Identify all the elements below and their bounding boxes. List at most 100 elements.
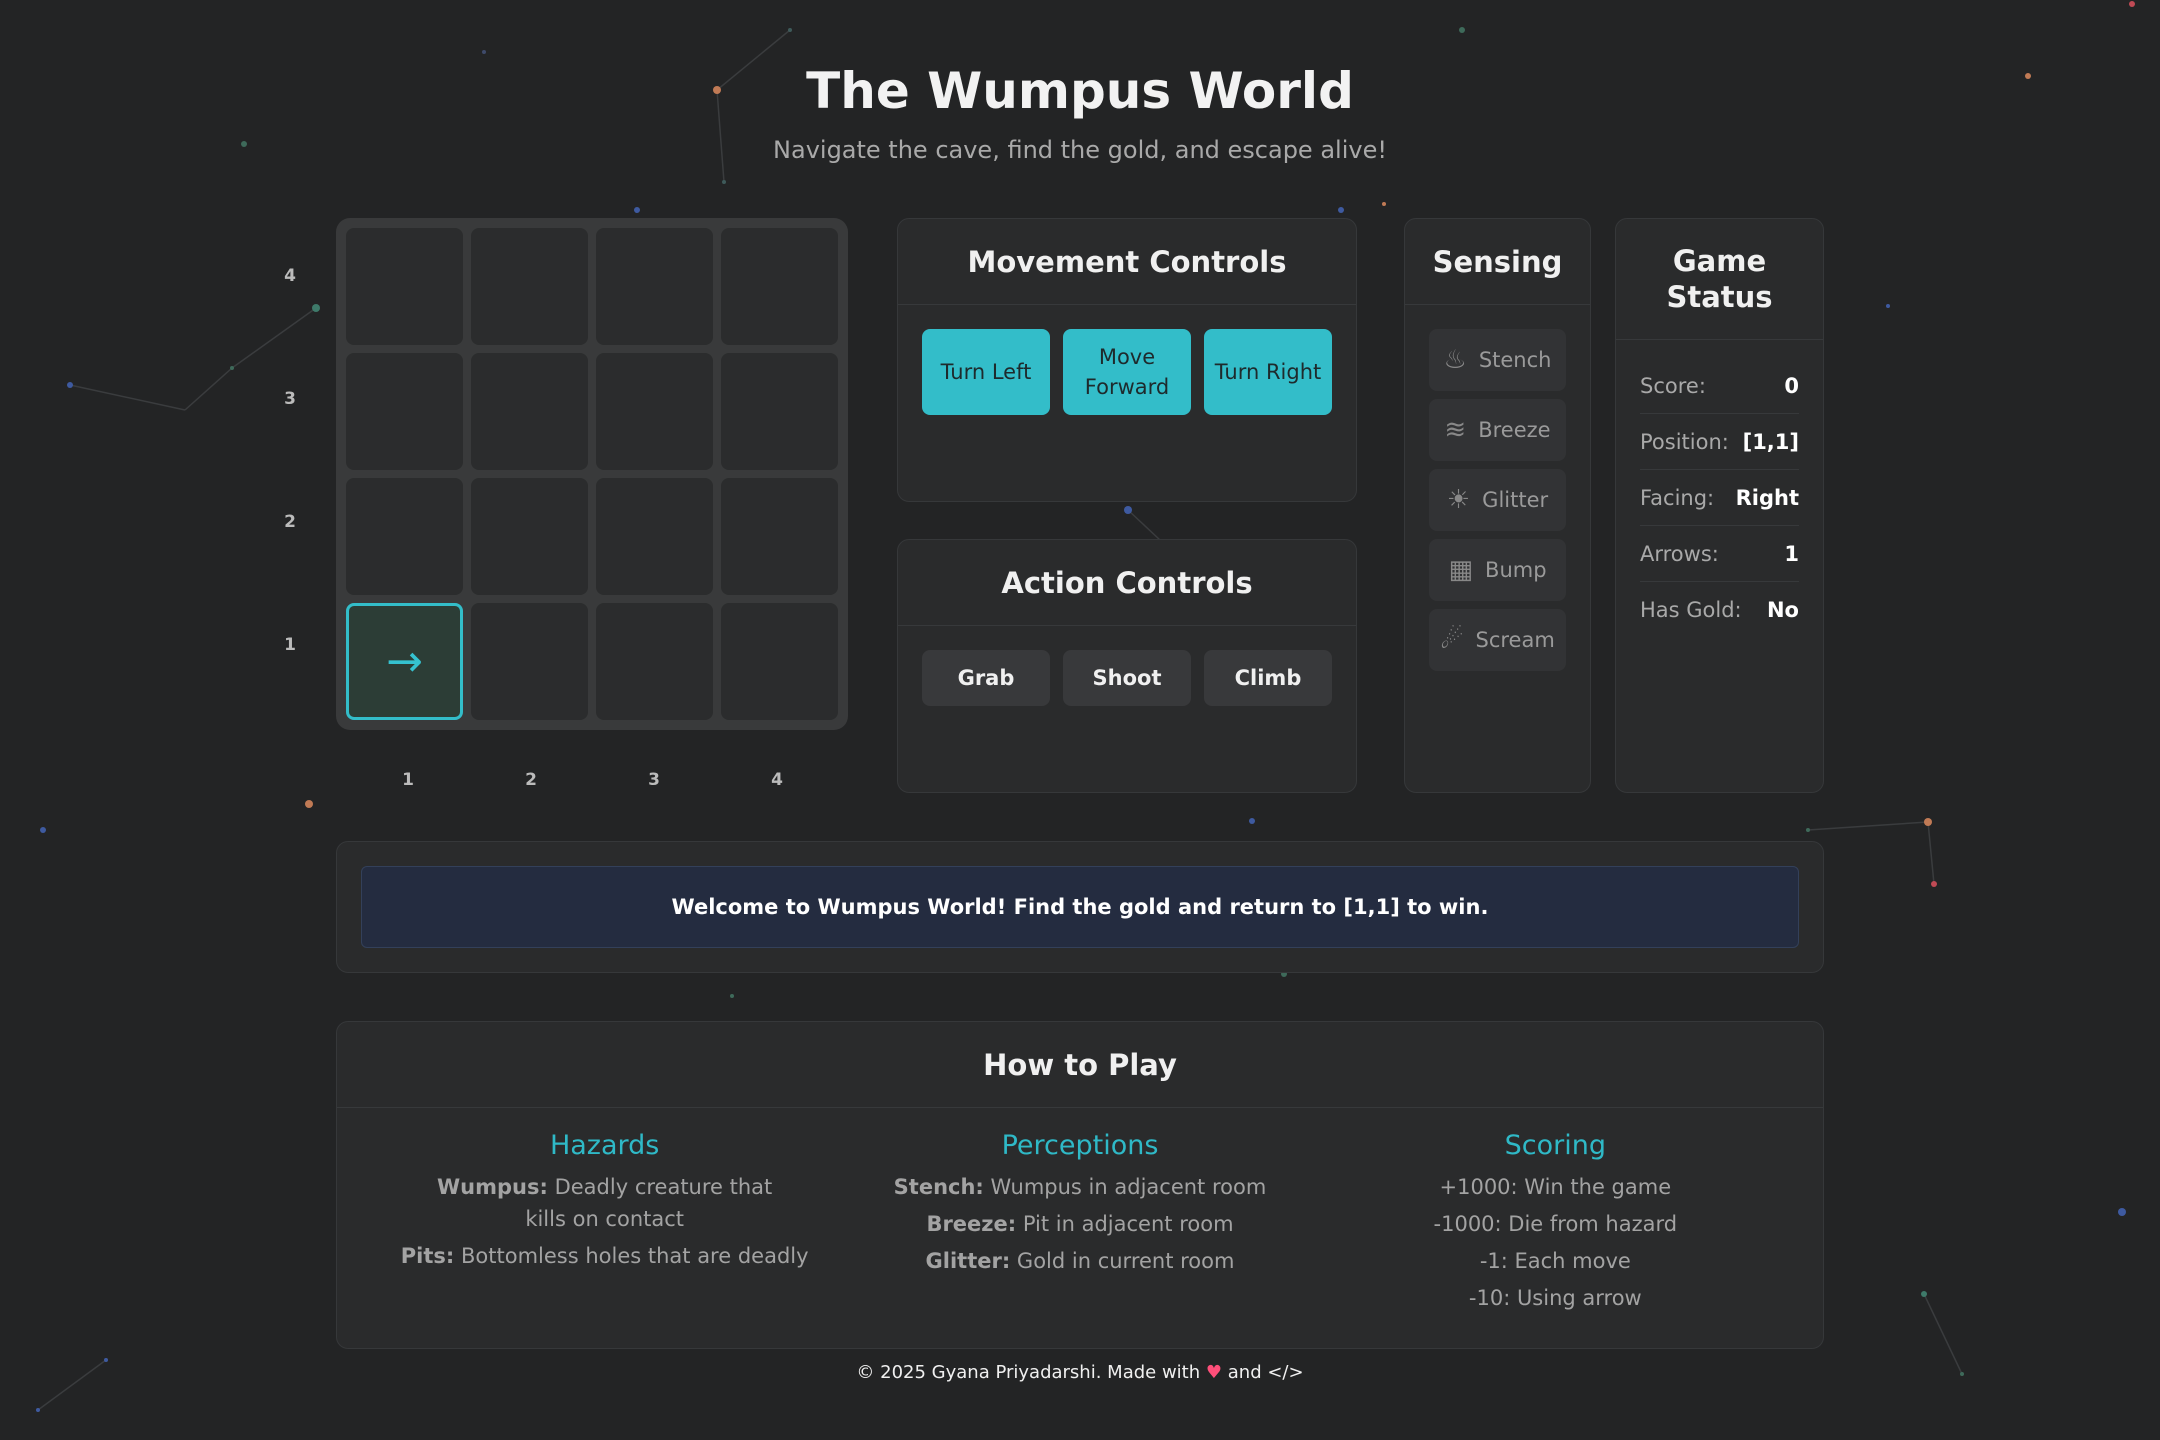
perception-breeze: Breeze: Pit in adjacent room (842, 1208, 1317, 1240)
sense-bump-label: Bump (1485, 558, 1547, 582)
page-subtitle: Navigate the cave, find the gold, and es… (773, 136, 1387, 164)
perception-glitter-term: Glitter: (925, 1249, 1011, 1273)
col-label-2: 2 (525, 770, 537, 790)
movement-controls-title: Movement Controls (898, 219, 1356, 305)
sense-glitter-label: Glitter (1482, 488, 1549, 512)
grab-button[interactable]: Grab (922, 650, 1050, 706)
how-to-play-title: How to Play (337, 1022, 1823, 1108)
hazard-wumpus-term: Wumpus: (437, 1175, 548, 1199)
row-label-2: 2 (284, 512, 296, 532)
scoring-section: Scoring +1000: Win the game -1000: Die f… (1318, 1108, 1793, 1319)
scoring-die: -1000: Die from hazard (1433, 1212, 1678, 1236)
perception-breeze-term: Breeze: (926, 1212, 1017, 1236)
perception-glitter-text: Gold in current room (1016, 1249, 1235, 1273)
page-title: The Wumpus World (806, 62, 1354, 120)
status-facing: Facing: Right (1640, 470, 1799, 526)
scream-icon: ☄ (1440, 625, 1464, 655)
sensing-panel: Sensing ♨ Stench ≋ Breeze ☀ Glitter ▦ Bu… (1404, 218, 1591, 793)
how-to-play-panel: How to Play Hazards Wumpus: Deadly creat… (336, 1021, 1824, 1349)
grid-cell-1-4 (346, 228, 463, 345)
sense-stench: ♨ Stench (1429, 329, 1566, 391)
status-arrows: Arrows: 1 (1640, 526, 1799, 582)
grid-cell-3-3 (596, 353, 713, 470)
hazard-pits-term: Pits: (400, 1244, 455, 1268)
game-message: Welcome to Wumpus World! Find the gold a… (361, 866, 1799, 948)
grid-cell-4-2 (721, 478, 838, 595)
scoring-move: -1: Each move (1479, 1249, 1631, 1273)
status-score-label: Score: (1640, 373, 1706, 398)
action-controls-panel: Action Controls Grab Shoot Climb (897, 539, 1357, 793)
status-score-value: 0 (1784, 373, 1799, 398)
game-status-panel: Game Status Score: 0 Position: [1,1] Fac… (1615, 218, 1824, 793)
status-has-gold-value: No (1766, 598, 1799, 622)
footer-suffix: and </> (1227, 1362, 1304, 1383)
stench-icon: ♨ (1443, 345, 1467, 375)
perception-stench-text: Wumpus in adjacent room (990, 1175, 1267, 1199)
sense-breeze-label: Breeze (1478, 418, 1551, 442)
perceptions-title: Perceptions (1001, 1130, 1159, 1161)
footer-copyright: © 2025 Gyana Priyadarshi. Made with (856, 1362, 1201, 1383)
sensing-title: Sensing (1405, 219, 1590, 305)
grid-cell-2-2 (471, 478, 588, 595)
status-facing-value: Right (1735, 485, 1799, 510)
turn-left-button[interactable]: Turn Left (922, 329, 1050, 415)
cave-grid: → (336, 218, 848, 730)
footer: © 2025 Gyana Priyadarshi. Made with ♥ an… (0, 1362, 2160, 1383)
grid-cell-3-2 (596, 478, 713, 595)
sense-scream: ☄ Scream (1429, 609, 1566, 671)
scoring-title: Scoring (1504, 1130, 1606, 1161)
grid-cell-4-3 (721, 353, 838, 470)
row-label-4: 4 (284, 266, 296, 286)
perception-stench-term: Stench: (893, 1175, 984, 1199)
perception-stench: Stench: Wumpus in adjacent room (842, 1171, 1317, 1203)
grid-cell-4-4 (721, 228, 838, 345)
hazards-section: Hazards Wumpus: Deadly creature that kil… (367, 1108, 842, 1319)
wind-icon: ≋ (1444, 415, 1467, 445)
status-arrows-value: 1 (1784, 541, 1799, 566)
status-arrows-label: Arrows: (1640, 541, 1719, 566)
hazard-wumpus: Wumpus: Deadly creature that kills on co… (367, 1171, 842, 1235)
col-label-1: 1 (402, 770, 414, 790)
heart-icon: ♥ (1205, 1362, 1223, 1383)
turn-right-button[interactable]: Turn Right (1204, 329, 1332, 415)
status-position-label: Position: (1640, 429, 1729, 454)
perception-breeze-text: Pit in adjacent room (1022, 1212, 1234, 1236)
game-status-title: Game Status (1616, 219, 1823, 340)
sparkle-icon: ☀ (1446, 485, 1471, 515)
perception-glitter: Glitter: Gold in current room (842, 1245, 1317, 1277)
shoot-button[interactable]: Shoot (1063, 650, 1191, 706)
grid-cell-2-1 (471, 603, 588, 720)
sense-bump: ▦ Bump (1429, 539, 1566, 601)
sense-glitter: ☀ Glitter (1429, 469, 1566, 531)
status-position-value: [1,1] (1742, 429, 1799, 454)
grid-cell-3-4 (596, 228, 713, 345)
movement-controls-panel: Movement Controls Turn Left Move Forward… (897, 218, 1357, 502)
grid-cell-2-3 (471, 353, 588, 470)
status-facing-label: Facing: (1640, 485, 1715, 510)
row-label-3: 3 (284, 389, 296, 409)
status-has-gold: Has Gold: No (1640, 582, 1799, 638)
row-label-1: 1 (284, 635, 296, 655)
sense-scream-label: Scream (1475, 628, 1555, 652)
sense-breeze: ≋ Breeze (1429, 399, 1566, 461)
sense-stench-label: Stench (1478, 348, 1552, 372)
wall-icon: ▦ (1448, 555, 1474, 585)
col-label-4: 4 (771, 770, 783, 790)
status-score: Score: 0 (1640, 358, 1799, 414)
move-forward-button[interactable]: Move Forward (1063, 329, 1191, 415)
hazard-pits: Pits: Bottomless holes that are deadly (367, 1240, 842, 1272)
hazard-pits-text: Bottomless holes that are deadly (461, 1244, 809, 1268)
scoring-win: +1000: Win the game (1439, 1175, 1672, 1199)
hazards-title: Hazards (549, 1130, 660, 1161)
scoring-arrow: -10: Using arrow (1468, 1286, 1642, 1310)
status-has-gold-label: Has Gold: (1640, 598, 1742, 622)
perceptions-section: Perceptions Stench: Wumpus in adjacent r… (842, 1108, 1317, 1319)
climb-button[interactable]: Climb (1204, 650, 1332, 706)
grid-cell-1-2 (346, 478, 463, 595)
status-position: Position: [1,1] (1640, 414, 1799, 470)
grid-cell-1-3 (346, 353, 463, 470)
grid-cell-2-4 (471, 228, 588, 345)
action-controls-title: Action Controls (898, 540, 1356, 626)
message-panel: Welcome to Wumpus World! Find the gold a… (336, 841, 1824, 973)
grid-cell-3-1 (596, 603, 713, 720)
